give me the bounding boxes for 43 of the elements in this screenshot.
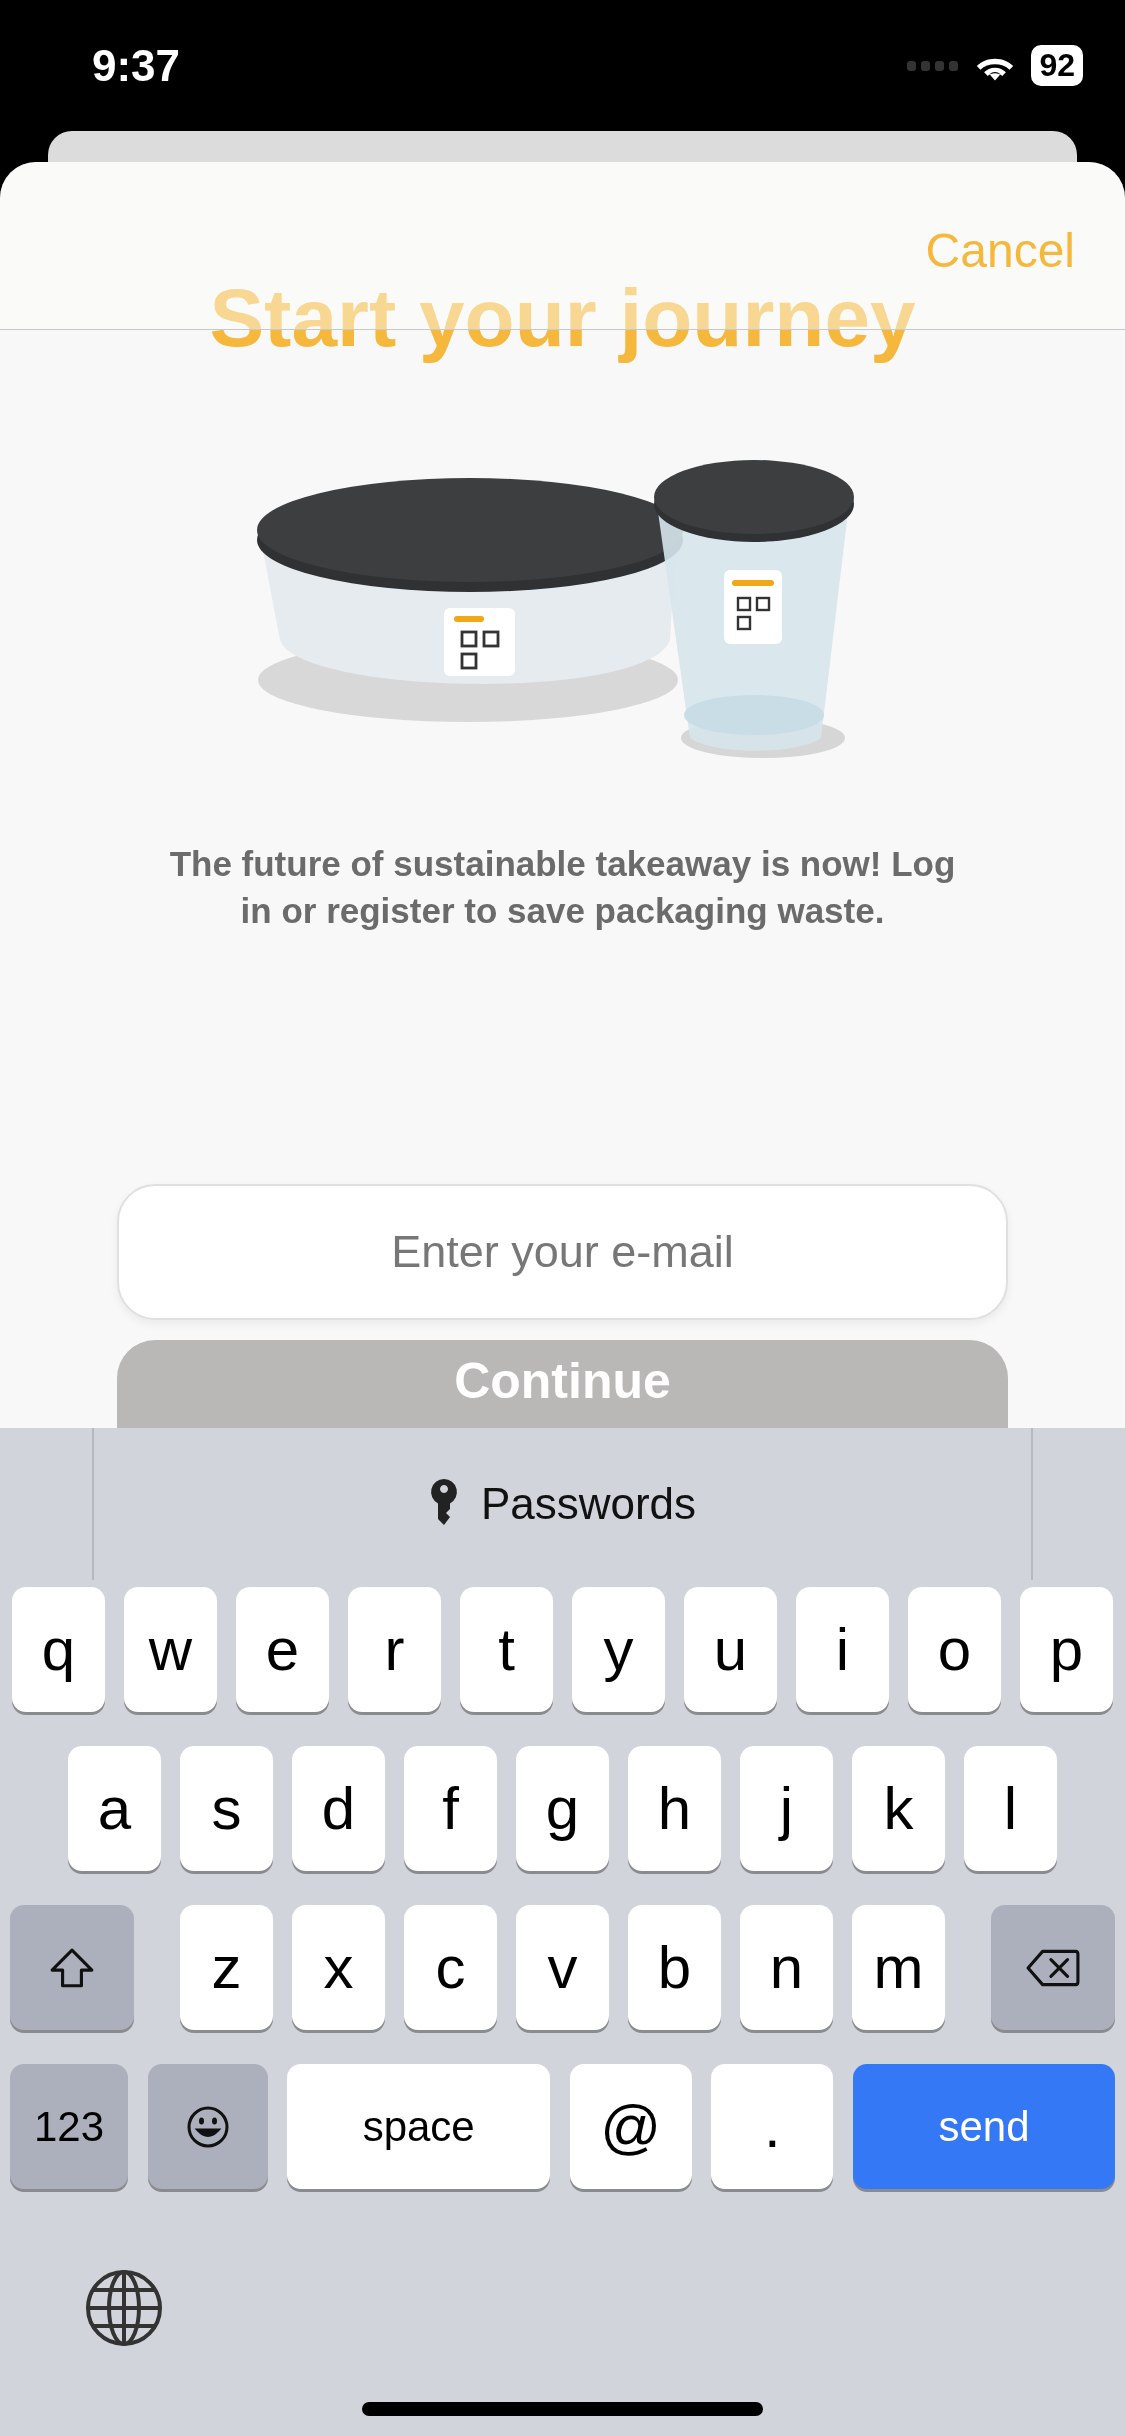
emoji-key[interactable] bbox=[147, 2064, 268, 2189]
keyboard-key[interactable]: . bbox=[711, 2064, 834, 2189]
keyboard-key[interactable]: s bbox=[180, 1746, 273, 1871]
keyboard-key[interactable]: d bbox=[292, 1746, 385, 1871]
keyboard-key[interactable]: h bbox=[628, 1746, 721, 1871]
description-text: The future of sustainable takeaway is now! Log in or register to save packaging waste. bbox=[168, 843, 957, 932]
keyboard-key[interactable]: b bbox=[628, 1905, 721, 2030]
email-field[interactable]: Enter your e-mail bbox=[117, 1184, 1008, 1320]
battery-percentage: 92 bbox=[1039, 47, 1075, 84]
signal-icon bbox=[907, 58, 960, 73]
keyboard-key[interactable]: e bbox=[236, 1587, 329, 1712]
keyboard-key[interactable]: x bbox=[292, 1905, 385, 2030]
keyboard-key[interactable]: i bbox=[796, 1587, 889, 1712]
send-button[interactable]: send bbox=[852, 2064, 1115, 2189]
passwords-button[interactable]: Passwords bbox=[428, 1479, 697, 1529]
keyboard-key[interactable]: t bbox=[460, 1587, 553, 1712]
keyboard-key[interactable]: c bbox=[404, 1905, 497, 2030]
keyboard-key[interactable]: y bbox=[572, 1587, 665, 1712]
keyboard-key[interactable]: p bbox=[1020, 1587, 1113, 1712]
keyboard-key[interactable]: z bbox=[180, 1905, 273, 2030]
title: Start your journey bbox=[209, 272, 916, 364]
keyboard-key[interactable]: q bbox=[12, 1587, 105, 1712]
globe-icon bbox=[84, 2268, 164, 2348]
keyboard-key[interactable]: @ bbox=[569, 2064, 692, 2189]
keyboard-key[interactable]: u bbox=[684, 1587, 777, 1712]
keyboard-key[interactable]: j bbox=[740, 1746, 833, 1871]
keyboard-key[interactable]: l bbox=[964, 1746, 1057, 1871]
keyboard-key[interactable]: v bbox=[516, 1905, 609, 2030]
delete-key[interactable] bbox=[991, 1905, 1115, 2030]
shift-key[interactable] bbox=[10, 1905, 134, 2030]
keyboard-key[interactable]: w bbox=[124, 1587, 217, 1712]
keyboard-key[interactable]: a bbox=[68, 1746, 161, 1871]
keyboard-key[interactable]: o bbox=[908, 1587, 1001, 1712]
space-bar[interactable]: space bbox=[287, 2064, 551, 2189]
backspace-icon bbox=[1026, 1947, 1080, 1988]
keyboard-key[interactable]: r bbox=[348, 1587, 441, 1712]
numbers-key[interactable]: 123 bbox=[10, 2064, 128, 2189]
clock-time: 9:37 bbox=[92, 40, 181, 91]
keyboard-key[interactable]: n bbox=[740, 1905, 833, 2030]
keyboard-key[interactable]: g bbox=[516, 1746, 609, 1871]
keyboard-key[interactable]: f bbox=[404, 1746, 497, 1871]
keyboard-key[interactable]: k bbox=[852, 1746, 945, 1871]
keyboard-key[interactable]: m bbox=[852, 1905, 945, 2030]
